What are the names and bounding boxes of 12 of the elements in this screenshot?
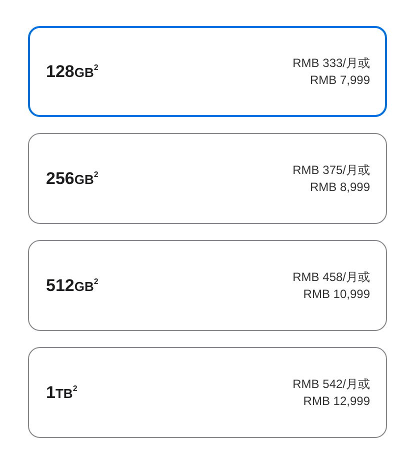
- capacity-label: 512GB$^{2}$: [46, 276, 98, 296]
- storage-option[interactable]: 256GB$^{2}$ RMB 375/月或 RMB 8,999: [28, 133, 387, 224]
- capacity-label: 1TB$^{2}$: [46, 382, 78, 402]
- price-text: RMB 542/月或 RMB 12,999: [292, 376, 370, 410]
- storage-option[interactable]: 1TB$^{2}$ RMB 542/月或 RMB 12,999: [28, 347, 387, 438]
- storage-option[interactable]: 128GB$^{2}$ RMB 333/月或 RMB 7,999: [28, 26, 387, 117]
- price-text: RMB 333/月或 RMB 7,999: [292, 54, 370, 88]
- capacity-label: 128GB$^{2}$: [46, 62, 98, 82]
- price-text: RMB 375/月或 RMB 8,999: [292, 162, 370, 196]
- storage-option[interactable]: 512GB$^{2}$ RMB 458/月或 RMB 10,999: [28, 240, 387, 331]
- capacity-label: 256GB$^{2}$: [46, 168, 98, 188]
- price-text: RMB 458/月或 RMB 10,999: [292, 268, 370, 302]
